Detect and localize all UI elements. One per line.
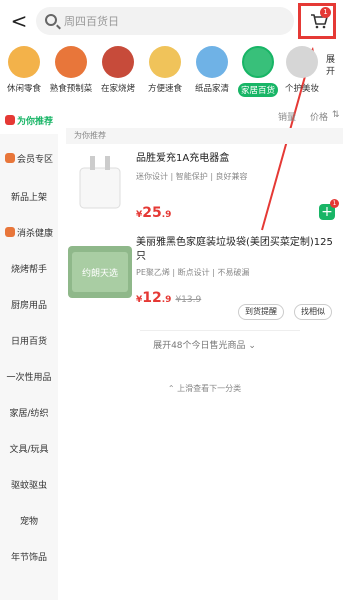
find-similar-button[interactable]: 找相似 — [294, 304, 332, 320]
sidebar-item-textile[interactable]: 家居/纺织 — [0, 398, 58, 426]
sidebar-item-label: 文具/玩具 — [9, 444, 49, 455]
divider — [140, 330, 300, 331]
category-icon — [242, 46, 274, 78]
category-care[interactable]: 个护美妆 — [280, 44, 324, 94]
category-label: 家居百货 — [237, 83, 278, 97]
search-placeholder: 周四百货日 — [64, 15, 119, 28]
sidebar-item-daily[interactable]: 日用百货 — [0, 326, 58, 354]
sidebar-item-kitchen[interactable]: 厨房用品 — [0, 290, 58, 318]
category-bbq[interactable]: 在家烧烤 — [96, 44, 140, 94]
sidebar-item-disinfect[interactable]: 消杀健康 — [0, 218, 58, 246]
category-icon — [286, 46, 318, 78]
search-bar[interactable]: 周四百货日 — [36, 7, 294, 35]
product-desc: 迷你设计 | 智能保护 | 良好兼容 — [136, 172, 248, 181]
section-title: 为你推荐 — [74, 131, 106, 140]
sidebar-item-stationery[interactable]: 文具/玩具 — [0, 434, 58, 462]
product-card[interactable]: 品胜爱充1A充电器盒 迷你设计 | 智能保护 | 良好兼容 ¥25.9 + 1 — [66, 152, 343, 226]
sidebar-item-pet[interactable]: 宠物 — [0, 506, 58, 534]
tag-icon — [4, 153, 15, 163]
sidebar-item-new[interactable]: 新品上架 — [0, 182, 58, 210]
category-label: 熟食预制菜 — [49, 84, 93, 94]
sidebar-item-festival[interactable]: 年节饰品 — [0, 542, 58, 570]
tag-icon — [4, 115, 15, 125]
charger-image — [79, 156, 121, 209]
sort-bar: 销量 价格 ⇅ — [270, 108, 340, 126]
product-card[interactable]: 约朗天选 美丽雅黑色家庭装垃圾袋(美团买菜定制)125只 PE聚乙烯 | 断点设… — [66, 236, 343, 324]
sidebar-item-label: 年节饰品 — [10, 552, 47, 563]
product-title: 品胜爱充1A充电器盒 — [136, 153, 230, 164]
category-label: 休闲零食 — [6, 84, 41, 94]
sidebar-item-member[interactable]: 会员专区 — [0, 144, 58, 172]
sidebar-item-insect[interactable]: 驱蚊驱虫 — [0, 470, 58, 498]
category-snacks[interactable]: 休闲零食 — [2, 44, 46, 94]
category-icon — [196, 46, 228, 78]
category-deli[interactable]: 熟食预制菜 — [49, 44, 93, 94]
category-icon — [149, 46, 181, 78]
trash-bag-image: 约朗天选 — [68, 246, 132, 298]
sidebar-item-label: 宠物 — [19, 516, 38, 527]
sidebar-item-label: 一次性用品 — [6, 372, 52, 383]
tag-icon — [4, 227, 15, 237]
sort-arrow-icon: ⇅ — [332, 110, 340, 120]
category-label: 纸品家清 — [194, 84, 229, 94]
category-icon — [102, 46, 134, 78]
category-label: 方便速食 — [147, 84, 182, 94]
cart-count-badge: 1 — [330, 199, 339, 208]
product-title: 美丽雅黑色家庭装垃圾袋(美团买菜定制)125只 — [136, 237, 333, 262]
notify-button[interactable]: 到货提醒 — [238, 304, 284, 320]
sidebar-item-label: 消杀健康 — [16, 228, 53, 239]
cart-button[interactable]: 1 — [298, 3, 336, 39]
sidebar-item-label: 烧烤帮手 — [10, 264, 47, 275]
top-bar: < 周四百货日 1 — [0, 0, 343, 42]
search-icon — [45, 14, 57, 26]
back-button[interactable]: < — [8, 9, 30, 33]
add-to-cart-button[interactable]: + 1 — [319, 199, 339, 220]
show-sold-out-button[interactable]: 展开48个今日售光商品 ⌄ — [66, 338, 343, 351]
sidebar-item-label: 厨房用品 — [10, 300, 47, 311]
sidebar-item-bbq[interactable]: 烧烤帮手 — [0, 254, 58, 282]
sidebar-item-recommended[interactable]: 为你推荐 — [0, 106, 58, 134]
category-icon — [55, 46, 87, 78]
sidebar-item-label: 为你推荐 — [16, 116, 53, 127]
expand-categories-button[interactable]: 展开 — [326, 54, 338, 78]
product-desc: PE聚乙烯 | 断点设计 | 不易破漏 — [136, 268, 250, 277]
category-row: 休闲零食 熟食预制菜 在家烧烤 方便速食 纸品家清 家居百货 个护美妆 — [0, 44, 343, 100]
category-label: 个护美妆 — [284, 84, 319, 94]
category-paper[interactable]: 纸品家清 — [190, 44, 234, 94]
sidebar-item-label: 会员专区 — [16, 154, 53, 165]
sidebar: 为你推荐 会员专区 新品上架 消杀健康 烧烤帮手 厨房用品 日用百货 一次性用品… — [0, 106, 58, 600]
next-category-hint: ⌃ 上滑查看下一分类 — [167, 384, 242, 393]
category-icon — [8, 46, 40, 78]
original-price: ¥13.9 — [175, 295, 202, 305]
sidebar-item-label: 日用百货 — [10, 336, 47, 347]
image-label: 约朗天选 — [82, 267, 118, 279]
product-price: ¥25.9 — [136, 205, 172, 221]
product-price: ¥12.9 ¥13.9 — [136, 290, 202, 306]
sidebar-item-label: 新品上架 — [10, 192, 47, 203]
sidebar-item-label: 驱蚊驱虫 — [10, 480, 47, 491]
sort-price-button[interactable]: 价格 — [310, 110, 328, 123]
chevron-up-icon: ⌃ — [167, 384, 175, 393]
cart-badge: 1 — [320, 7, 331, 18]
category-instant[interactable]: 方便速食 — [143, 44, 187, 94]
category-label: 在家烧烤 — [100, 84, 135, 94]
sidebar-item-label: 家居/纺织 — [9, 408, 49, 419]
section-header: 为你推荐 — [66, 128, 343, 144]
category-home[interactable]: 家居百货 — [236, 44, 280, 97]
sort-sales-button[interactable]: 销量 — [278, 110, 296, 123]
sidebar-item-disposable[interactable]: 一次性用品 — [0, 362, 58, 390]
